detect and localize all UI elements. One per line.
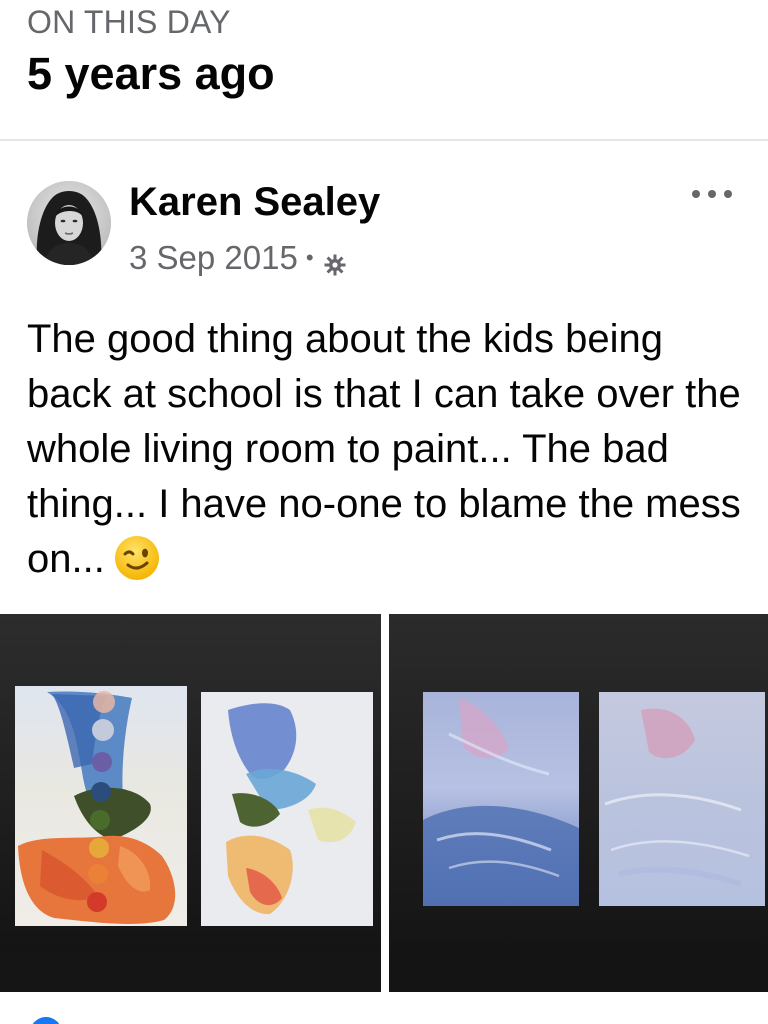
meta-separator: • <box>305 245 314 270</box>
avatar[interactable] <box>27 181 111 265</box>
more-dot <box>724 190 732 198</box>
memory-header: ON THIS DAY 5 years ago <box>0 0 768 140</box>
photo-grid <box>0 614 768 992</box>
chakra-paintings-photo[interactable] <box>0 614 381 992</box>
more-options-icon[interactable] <box>692 181 732 207</box>
blue-pink-paintings-photo[interactable] <box>389 614 768 992</box>
post-text: The good thing about the kids being back… <box>27 312 747 587</box>
memory-post-page: ON THIS DAY 5 years ago Karen Sealey 3 S… <box>0 0 768 1024</box>
memory-kicker: ON THIS DAY <box>27 4 231 40</box>
post-header: Karen Sealey 3 Sep 2015 • <box>0 141 768 291</box>
avatar-image <box>27 181 111 265</box>
gear-icon[interactable] <box>323 247 347 276</box>
more-dot <box>708 190 716 198</box>
bottom-bar <box>0 992 768 1024</box>
post-meta: 3 Sep 2015 • <box>129 239 347 277</box>
winking-face-emoji <box>113 534 161 582</box>
more-dot <box>692 190 700 198</box>
like-icon <box>30 1017 62 1024</box>
memory-title: 5 years ago <box>27 48 275 99</box>
post-date[interactable]: 3 Sep 2015 <box>129 239 298 277</box>
author-name[interactable]: Karen Sealey <box>129 180 380 225</box>
